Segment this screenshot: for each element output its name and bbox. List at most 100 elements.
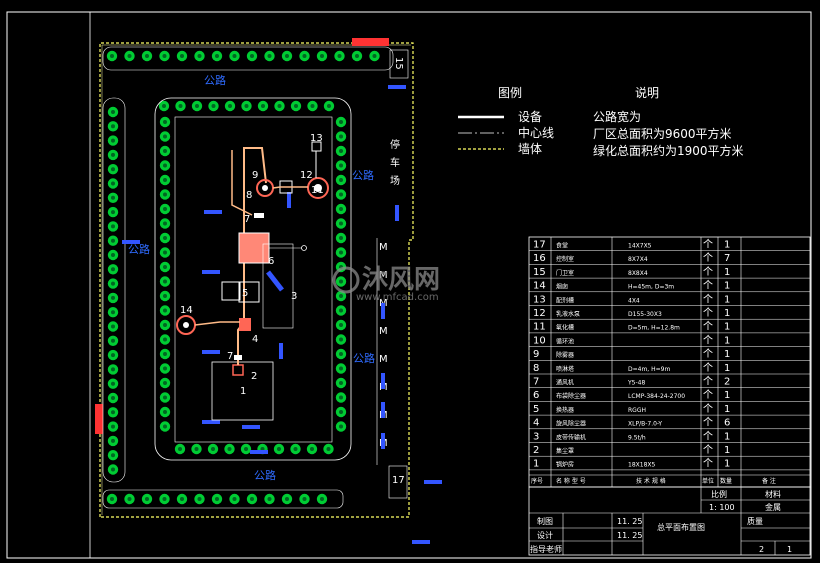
- tree-icon: [159, 392, 171, 403]
- table-cell: 通风机: [556, 379, 574, 387]
- tree-icon: [159, 218, 171, 229]
- slurry-pipe: [272, 186, 308, 189]
- heat-exchanger: [221, 281, 241, 301]
- west-gate: [95, 404, 103, 434]
- parking-label-2: 车: [390, 156, 400, 169]
- tree-icon: [124, 493, 135, 505]
- table-cell: 个: [703, 334, 713, 346]
- table-cell: H=45m, D=3m: [628, 284, 674, 291]
- tree-icon: [159, 232, 171, 244]
- tree-icon: [159, 145, 171, 157]
- table-cell: 1: [724, 240, 730, 251]
- marker-10: [301, 245, 307, 251]
- tree-icon: [241, 100, 252, 112]
- tree-icon: [159, 203, 171, 215]
- table-cell: 7: [724, 253, 730, 264]
- table-cell: RGGH: [628, 407, 646, 414]
- table-cell: 旋风除尘器: [556, 420, 586, 428]
- watermark-url: www.mfcad.com: [356, 292, 439, 303]
- table-cell: 个: [703, 321, 713, 333]
- table-cell: 7: [533, 377, 539, 388]
- tree-icon: [274, 100, 285, 112]
- table-cell: 1: [724, 322, 730, 333]
- tree-icon: [159, 247, 171, 258]
- tree-icon: [335, 377, 347, 389]
- equipment-labels: 1 2 3 4 5 6 7 7 8 9 11 12 13 14: [180, 133, 324, 397]
- tree-icon: [229, 493, 240, 505]
- table-cell: 14X7X5: [628, 243, 652, 250]
- tree-icon: [159, 276, 171, 287]
- tree-icon: [159, 261, 171, 273]
- table-cell: 个: [703, 348, 713, 360]
- arrow-icon: [202, 350, 220, 354]
- table-cell: 门卫室: [556, 269, 574, 277]
- arrow-icon: [395, 205, 399, 221]
- tree-icon: [107, 349, 119, 361]
- table-cell: 食堂: [556, 242, 568, 250]
- gatehouse-number: 15: [393, 57, 404, 70]
- table-cell: 1: [724, 363, 730, 374]
- arrow-icon: [242, 425, 260, 429]
- flue-branch: [231, 150, 253, 216]
- table-cell: 循环池: [556, 337, 574, 345]
- table-cell: 1: [724, 349, 730, 360]
- tree-icon: [107, 407, 119, 418]
- tree-icon: [306, 443, 318, 455]
- arrow-icon: [250, 450, 268, 454]
- site-plan-drawing: 公路 公路 公路 公路 公路 停 车 场 MMMMMMMM 15 17: [6, 11, 812, 559]
- tb-material-label: 材料: [765, 489, 781, 499]
- tree-icon: [335, 145, 347, 157]
- tree-icon: [176, 493, 188, 505]
- tb-sheet: 2: [759, 545, 764, 554]
- table-cell: 个: [703, 307, 713, 319]
- tree-icon: [107, 235, 119, 246]
- belt-conveyor: [266, 270, 284, 292]
- parking-space: M: [379, 354, 388, 365]
- table-cell: 1: [724, 459, 730, 470]
- tree-icon: [107, 450, 119, 461]
- tree-icon: [107, 192, 119, 203]
- watermark: 沐风网 www.mfcad.com: [332, 265, 440, 303]
- table-cell: 1: [724, 335, 730, 346]
- tree-icon: [159, 348, 171, 360]
- table-cell: 个: [703, 293, 713, 305]
- table-cell: 4X4: [628, 297, 640, 304]
- arrow-icon: [287, 192, 291, 208]
- tree-icon: [159, 160, 171, 171]
- label-7a: 7: [244, 214, 250, 225]
- tree-icon: [335, 334, 347, 345]
- bag-filter: [238, 232, 270, 264]
- tree-icon: [175, 100, 186, 112]
- legend-label-equipment: 设备: [518, 110, 542, 124]
- tree-icon: [224, 100, 236, 112]
- label-3: 3: [291, 291, 297, 302]
- table-cell: 15: [533, 267, 546, 278]
- tree-icon: [335, 363, 347, 374]
- legend: 图例 设备 中心线 墙体: [458, 86, 554, 156]
- tree-icon: [323, 443, 334, 455]
- arrow-icon: [381, 303, 385, 319]
- tree-icon: [335, 189, 347, 200]
- legend-heading: 图例: [498, 86, 522, 100]
- table-cell: 除雾器: [556, 351, 574, 359]
- table-cell: 3: [533, 431, 539, 442]
- table-cell: 9.5t/h: [628, 434, 646, 441]
- label-2: 2: [251, 371, 257, 382]
- tree-icon: [335, 406, 347, 418]
- table-cell: D=4m, H=9m: [628, 366, 670, 373]
- tree-icon: [107, 435, 119, 447]
- tree-icon: [335, 232, 347, 244]
- tree-icon: [207, 443, 219, 455]
- header-qty: 数量: [720, 477, 732, 485]
- table-cell: 1: [724, 308, 730, 319]
- tree-icon: [107, 378, 119, 389]
- arrow-icon: [202, 270, 220, 274]
- tree-icon: [369, 50, 380, 62]
- north-gate: [352, 38, 389, 46]
- tb-drawing-title: 总平面布置图: [657, 522, 705, 532]
- tree-icon: [107, 149, 119, 161]
- notes: 说明 公路宽为 厂区总面积为9600平方米 绿化总面积约为1900平方米: [593, 85, 744, 158]
- tree-icon: [191, 100, 203, 112]
- header-name: 名 称 型 号: [556, 477, 586, 485]
- tree-icon: [335, 276, 347, 287]
